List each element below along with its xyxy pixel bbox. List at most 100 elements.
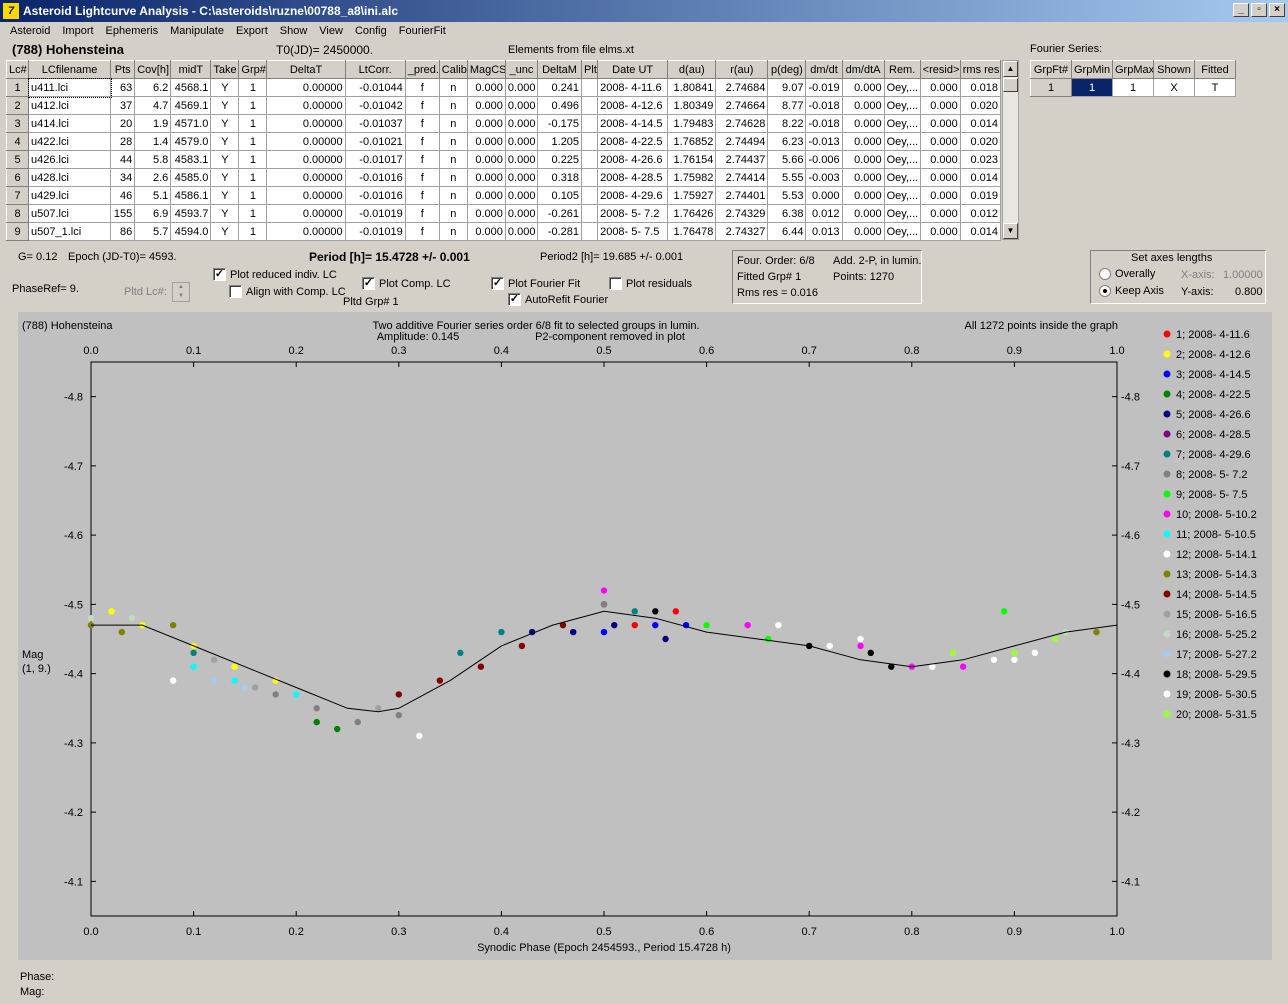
column-header[interactable]: p(deg)	[767, 60, 807, 79]
checkbox-autorefit[interactable]: ✓ AutoRefit Fourier	[508, 293, 608, 306]
table-cell[interactable]: 2.6	[134, 168, 172, 187]
fourier-column-header[interactable]: Shown	[1153, 60, 1195, 79]
table-cell[interactable]: 0.00000	[266, 168, 346, 187]
column-header[interactable]: Grp#	[238, 60, 268, 79]
table-cell[interactable]: 0.000	[919, 204, 961, 223]
table-cell[interactable]: 0.000	[841, 186, 885, 205]
table-cell[interactable]: Y	[210, 96, 240, 115]
table-cell[interactable]: 0.00000	[266, 222, 346, 241]
table-cell[interactable]: 0.00000	[266, 186, 346, 205]
table-cell[interactable]: 0.014	[959, 114, 1002, 133]
table-cell[interactable]: 0.000	[466, 186, 506, 205]
table-cell[interactable]: 6.38	[767, 204, 807, 223]
menu-ephemeris[interactable]: Ephemeris	[100, 25, 165, 37]
table-cell[interactable]: u422.lci	[28, 132, 112, 151]
table-row[interactable]: 5 u426.lci 44 5.8 4583.1 Y 1 0.00000 -0.01017 f n 0…	[5, 150, 1002, 169]
column-header[interactable]: Plt	[581, 60, 599, 79]
table-cell[interactable]: -0.018	[805, 114, 843, 133]
table-cell[interactable]	[581, 114, 599, 133]
table-cell[interactable]: 1	[238, 150, 268, 169]
table-cell[interactable]: n	[438, 150, 468, 169]
table-cell[interactable]: Oey,...	[883, 78, 921, 97]
table-row[interactable]: 2 u412.lci 37 4.7 4569.1 Y 1 0.00000 -0.01042 f n 0…	[5, 96, 1002, 115]
checkbox-plot-fourier[interactable]: ✓ Plot Fourier Fit	[491, 277, 580, 290]
table-cell[interactable]: 0.000	[841, 132, 885, 151]
menu-manipulate[interactable]: Manipulate	[164, 25, 230, 37]
table-cell[interactable]: 0.225	[536, 150, 583, 169]
table-cell[interactable]: 2.74327	[715, 222, 769, 241]
table-row[interactable]: 7 u429.lci 46 5.1 4586.1 Y 1 0.00000 -0.01016 f n 0…	[5, 186, 1002, 205]
column-header[interactable]: DeltaM	[536, 60, 583, 79]
table-cell[interactable]: 0.000	[466, 204, 506, 223]
table-cell[interactable]: 0.318	[536, 168, 583, 187]
menu-view[interactable]: View	[313, 25, 349, 37]
menu-config[interactable]: Config	[349, 25, 393, 37]
table-cell[interactable]: 5.53	[767, 186, 807, 205]
table-cell[interactable]: u426.lci	[28, 150, 112, 169]
column-header[interactable]: _unc	[504, 60, 538, 79]
row-header[interactable]: 7	[5, 186, 30, 205]
table-cell[interactable]: 0.00000	[266, 132, 346, 151]
table-cell[interactable]: n	[438, 186, 468, 205]
table-cell[interactable]: 1	[238, 222, 268, 241]
table-cell[interactable]: 2008- 5- 7.2	[597, 204, 669, 223]
table-cell[interactable]: f	[404, 204, 440, 223]
table-cell[interactable]: 2008- 4-12.6	[597, 96, 669, 115]
checkbox-align-comp[interactable]: Align with Comp. LC	[229, 285, 346, 298]
column-header[interactable]: <resid>	[919, 60, 961, 79]
checkbox-plot-reduced[interactable]: ✓ Plot reduced indiv. LC	[213, 268, 337, 281]
table-cell[interactable]: 1	[238, 78, 268, 97]
table-cell[interactable]: f	[404, 150, 440, 169]
table-cell[interactable]: 0.014	[959, 168, 1002, 187]
column-header[interactable]: rms res	[959, 60, 1002, 79]
table-cell[interactable]	[581, 168, 599, 187]
table-cell[interactable]: 63	[110, 78, 136, 97]
table-cell[interactable]: Y	[210, 168, 240, 187]
table-cell[interactable]: Y	[210, 150, 240, 169]
table-cell[interactable]: 6.2	[134, 78, 172, 97]
table-cell[interactable]: 0.019	[959, 186, 1002, 205]
table-cell[interactable]: 1	[238, 186, 268, 205]
column-header[interactable]: _pred.	[404, 60, 440, 79]
table-cell[interactable]: 0.00000	[266, 78, 346, 97]
table-row[interactable]: 6 u428.lci 34 2.6 4585.0 Y 1 0.00000 -0.01016 f n 0…	[5, 168, 1002, 187]
table-cell[interactable]: 1.79483	[667, 114, 717, 133]
column-header[interactable]: dm/dtA	[841, 60, 885, 79]
column-header[interactable]: DeltaT	[266, 60, 346, 79]
column-header[interactable]: LtCorr.	[344, 60, 406, 79]
table-row[interactable]: 3 u414.lci 20 1.9 4571.0 Y 1 0.00000 -0.01037 f n 0…	[5, 114, 1002, 133]
row-header[interactable]: 6	[5, 168, 30, 187]
table-cell[interactable]: 0.000	[504, 96, 538, 115]
fourier-cell[interactable]: 1	[1112, 78, 1154, 97]
table-cell[interactable]: n	[438, 204, 468, 223]
table-cell[interactable]: 1	[238, 114, 268, 133]
column-header[interactable]: Calib.	[438, 60, 468, 79]
table-cell[interactable]: f	[404, 222, 440, 241]
table-cell[interactable]: -0.006	[805, 150, 843, 169]
table-cell[interactable]: 0.020	[959, 132, 1002, 151]
table-cell[interactable]: Oey,...	[883, 186, 921, 205]
table-cell[interactable]: -0.01037	[344, 114, 406, 133]
table-cell[interactable]: 0.000	[805, 186, 843, 205]
table-cell[interactable]: 0.000	[841, 114, 885, 133]
fourier-column-header[interactable]: GrpFt#	[1030, 60, 1072, 79]
table-cell[interactable]: 0.000	[466, 78, 506, 97]
table-cell[interactable]: u428.lci	[28, 168, 112, 187]
table-cell[interactable]: u411.lci	[27, 77, 112, 98]
menu-export[interactable]: Export	[230, 25, 274, 37]
table-cell[interactable]: 1	[238, 132, 268, 151]
table-cell[interactable]	[581, 78, 599, 97]
table-cell[interactable]	[581, 204, 599, 223]
table-cell[interactable]: 1.205	[536, 132, 583, 151]
column-header[interactable]: Cov[h]	[134, 60, 172, 79]
table-cell[interactable]: -0.01016	[344, 168, 406, 187]
fourier-cell[interactable]: 1	[1030, 78, 1072, 97]
table-cell[interactable]	[581, 132, 599, 151]
table-cell[interactable]: 0.014	[959, 222, 1002, 241]
table-cell[interactable]: -0.01019	[344, 222, 406, 241]
table-cell[interactable]: 0.000	[919, 150, 961, 169]
table-cell[interactable]: f	[404, 168, 440, 187]
column-header[interactable]: midT	[170, 60, 212, 79]
table-cell[interactable]: 0.000	[919, 114, 961, 133]
lightcurve-plot[interactable]: 0.0 0.0 0.1 0.1 0.2 0.2 0.3 0.3 0.4 0.4 0.5 0.5 0.6 0…	[18, 312, 1272, 960]
